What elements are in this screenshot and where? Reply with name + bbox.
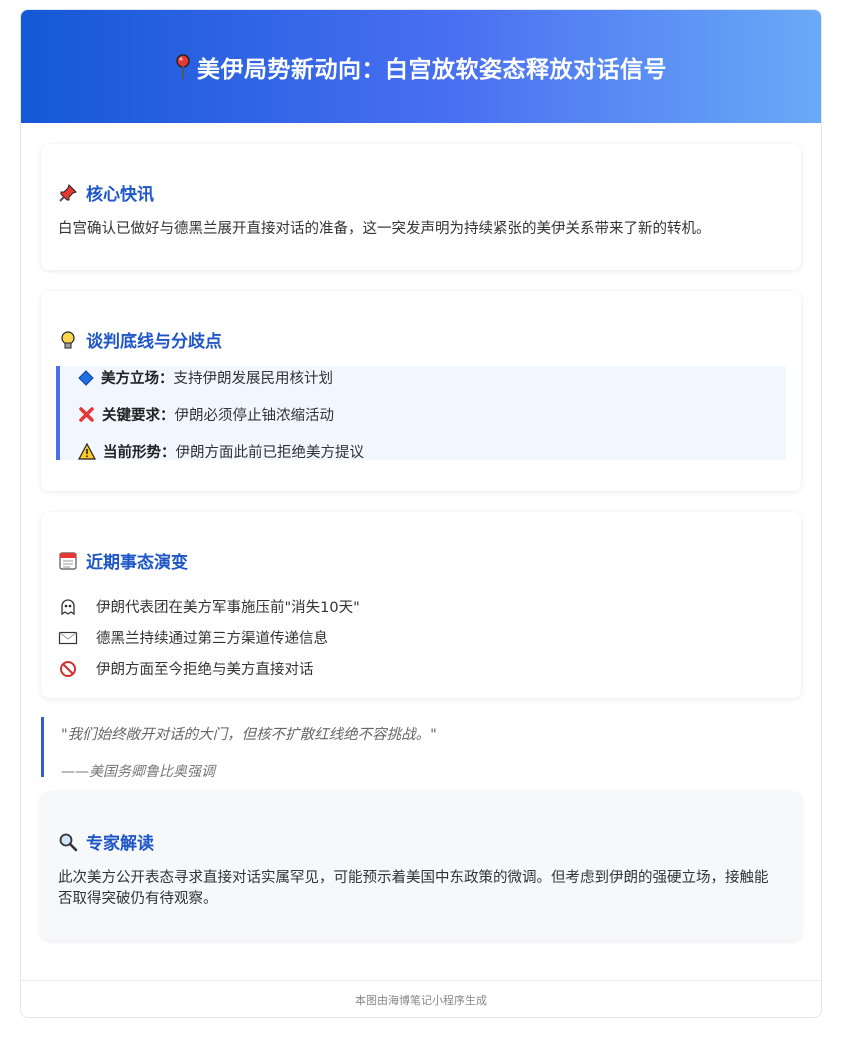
negotiation-card: 谈判底线与分歧点 美方立场： 支持伊朗发展民用核计划 关键要求： 伊朗必须停止铀… bbox=[41, 291, 801, 491]
article-page: 美伊局势新动向：白宫放软姿态释放对话信号 核心快讯 白宫确认已做好与德黑兰展开直… bbox=[20, 9, 822, 1018]
quote-source: ——美国务卿鲁比奥强调 bbox=[61, 764, 215, 780]
lightbulb-icon bbox=[61, 330, 75, 348]
quote-block: "我们始终敞开对话的大门，但核不扩散红线绝不容挑战。" ——美国务卿鲁比奥强调 bbox=[41, 717, 801, 780]
negotiation-title: 谈判底线与分歧点 bbox=[86, 332, 222, 352]
envelope-icon bbox=[58, 631, 78, 644]
point-current-situation: 当前形势： 伊朗方面此前已拒绝美方提议 bbox=[78, 441, 364, 462]
warning-icon bbox=[78, 443, 96, 460]
pushpin-icon bbox=[59, 183, 77, 202]
magnifier-icon bbox=[59, 833, 78, 851]
expert-header: 专家解读 bbox=[58, 829, 154, 854]
events-title: 近期事态演变 bbox=[86, 553, 188, 573]
header-banner: 美伊局势新动向：白宫放软姿态释放对话信号 bbox=[21, 10, 821, 123]
footer: 本图由海博笔记小程序生成 bbox=[21, 980, 821, 1017]
diamond-icon bbox=[78, 369, 94, 386]
core-news-card: 核心快讯 白宫确认已做好与德黑兰展开直接对话的准备，这一突发声明为持续紧张的美伊… bbox=[41, 144, 801, 270]
page-title-text: 美伊局势新动向：白宫放软姿态释放对话信号 bbox=[197, 56, 667, 83]
core-news-header: 核心快讯 bbox=[58, 180, 154, 205]
events-card: 近期事态演变 伊朗代表团在美方军事施压前"消失10天" 德黑兰持续通过第三方渠道… bbox=[41, 512, 801, 698]
expert-text: 此次美方公开表态寻求直接对话实属罕见，可能预示着美国中东政策的微调。但考虑到伊朗… bbox=[58, 870, 769, 908]
ghost-icon bbox=[61, 598, 75, 615]
negotiation-points: 美方立场： 支持伊朗发展民用核计划 关键要求： 伊朗必须停止铀浓缩活动 当前形势… bbox=[56, 366, 786, 462]
event-item: 伊朗方面至今拒绝与美方直接对话 bbox=[58, 658, 314, 679]
events-header: 近期事态演变 bbox=[58, 548, 188, 573]
point-key-demand: 关键要求： 伊朗必须停止铀浓缩活动 bbox=[78, 404, 334, 425]
calendar-icon bbox=[59, 551, 77, 570]
core-news-text: 白宫确认已做好与德黑兰展开直接对话的准备，这一突发声明为持续紧张的美伊关系带来了… bbox=[58, 221, 711, 237]
quote-text: "我们始终敞开对话的大门，但核不扩散红线绝不容挑战。" bbox=[61, 727, 437, 743]
expert-card: 专家解读 此次美方公开表态寻求直接对话实属罕见，可能预示着美国中东政策的微调。但… bbox=[41, 792, 801, 940]
core-news-title: 核心快讯 bbox=[86, 185, 154, 205]
page-title: 美伊局势新动向：白宫放软姿态释放对话信号 bbox=[175, 50, 667, 84]
prohibited-icon bbox=[60, 660, 76, 677]
event-item: 德黑兰持续通过第三方渠道传递信息 bbox=[58, 627, 328, 648]
point-us-position: 美方立场： 支持伊朗发展民用核计划 bbox=[78, 367, 333, 388]
pin-icon bbox=[176, 53, 190, 79]
negotiation-header: 谈判底线与分歧点 bbox=[58, 327, 222, 352]
cross-icon bbox=[79, 407, 94, 422]
footer-text: 本图由海博笔记小程序生成 bbox=[355, 994, 487, 1007]
expert-title: 专家解读 bbox=[86, 834, 154, 854]
event-item: 伊朗代表团在美方军事施压前"消失10天" bbox=[58, 596, 360, 617]
